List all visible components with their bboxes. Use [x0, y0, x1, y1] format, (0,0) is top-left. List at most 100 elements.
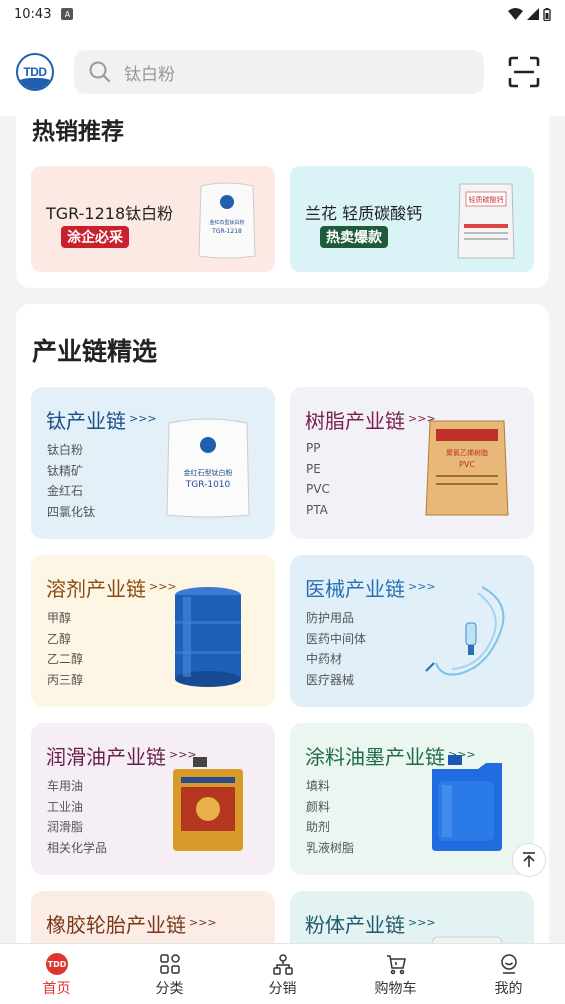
tile-item: 中药材	[306, 652, 343, 666]
tile-title: 钛产业链 >>>	[46, 405, 157, 434]
titanium-bag-image: 金红石型钛白粉 TGR-1218	[198, 182, 256, 259]
tile-title-text: 粉体产业链	[305, 913, 405, 937]
grid-icon	[158, 952, 182, 976]
tile-item: 乳液树脂	[306, 840, 355, 855]
tile-title: 医械产业链 >>>	[305, 573, 436, 602]
battery-icon	[543, 7, 551, 21]
tile-item: 四氯化钛	[47, 504, 96, 519]
pvc-brand-text: 聚氯乙烯树脂	[446, 448, 488, 457]
bag-model-text: TGR-1010	[185, 480, 231, 490]
tile-item: 乙二醇	[47, 652, 84, 666]
promo-name: TGR-1218钛白粉	[46, 204, 174, 223]
promo-card-calcium[interactable]: 兰花 轻质碳酸钙 热卖爆款 轻质碳酸钙	[290, 166, 534, 272]
tile-title: 橡胶轮胎产业链 >>>	[46, 909, 217, 938]
industry-chain-card: 产业链精选 钛产业链 >>> 钛白粉 钛精矿 金红石 四氯化钛 金红石型钛白粉 T…	[16, 304, 549, 1004]
status-bar: 10:43 A	[0, 0, 565, 28]
tile-item: 钛精矿	[47, 463, 84, 478]
tile-item: 车用油	[47, 779, 84, 793]
tab-label: 首页	[42, 981, 71, 997]
tile-item: 润滑脂	[47, 820, 84, 834]
more-arrows-icon: >>>	[189, 916, 217, 929]
chain-tile-medical[interactable]: 医械产业链 >>> 防护用品 医药中间体 中药材 医疗器械	[290, 555, 534, 707]
bottom-tab-bar: TDD 首页 分类 分销 购物车 我的	[0, 943, 565, 1004]
pvc-text: PVC	[459, 460, 475, 469]
back-to-top-button[interactable]	[512, 843, 546, 877]
wifi-icon	[508, 8, 523, 20]
chain-tile-lubricant[interactable]: 润滑油产业链 >>> 车用油 工业油 润滑脂 相关化学品	[31, 723, 275, 875]
promo-name: 兰花 轻质碳酸钙	[305, 204, 423, 223]
tile-item: 颜料	[306, 799, 331, 814]
tile-item: 防护用品	[306, 611, 355, 625]
tile-title: 溶剂产业链 >>>	[46, 573, 177, 602]
hot-section-title: 热销推荐	[32, 119, 124, 145]
tab-cart[interactable]: 购物车	[339, 944, 452, 1004]
tab-home[interactable]: TDD 首页	[0, 944, 113, 1004]
tile-item: 医疗器械	[306, 672, 355, 687]
tab-label: 我的	[494, 981, 523, 997]
tile-item: PTA	[306, 502, 328, 517]
tile-item: 丙三醇	[47, 672, 84, 687]
tile-title: 树脂产业链 >>>	[305, 405, 436, 434]
tile-item-list: 甲醇 乙醇 乙二醇 丙三醇	[47, 609, 83, 691]
tile-item-list: 填料 颜料 助剂 乳液树脂	[306, 777, 354, 859]
tile-item: PVC	[306, 482, 330, 496]
calcium-bag-image: 轻质碳酸钙	[457, 183, 515, 259]
tile-title-text: 橡胶轮胎产业链	[46, 913, 186, 937]
share-nodes-icon	[271, 952, 295, 976]
chain-tile-resin[interactable]: 树脂产业链 >>> PP PE PVC PTA 聚氯乙烯树脂 PVC	[290, 387, 534, 539]
chain-section-title: 产业链精选	[32, 337, 158, 366]
chain-tile-titanium[interactable]: 钛产业链 >>> 钛白粉 钛精矿 金红石 四氯化钛 金红石型钛白粉 TGR-101…	[31, 387, 275, 539]
arrow-up-icon	[523, 852, 535, 867]
caco3-bag-text: 轻质碳酸钙	[469, 195, 504, 204]
tile-item-list: 车用油 工业油 润滑脂 相关化学品	[47, 777, 107, 859]
promo-card-titanium[interactable]: TGR-1218钛白粉 涂企必采 金红石型钛白粉 TGR-1218	[31, 166, 275, 272]
tab-category[interactable]: 分类	[113, 944, 226, 1004]
app-logo[interactable]: TDD	[16, 53, 54, 91]
tile-title-text: 润滑油产业链	[46, 745, 166, 769]
chain-tile-coating[interactable]: 涂料油墨产业链 >>> 填料 颜料 助剂 乳液树脂	[290, 723, 534, 875]
tile-item-list: PP PE PVC PTA	[306, 441, 330, 523]
tile-item: 甲醇	[47, 611, 72, 625]
tile-item: 乙醇	[47, 631, 72, 646]
tile-title-text: 溶剂产业链	[46, 577, 146, 601]
tile-item-list: 钛白粉 钛精矿 金红石 四氯化钛	[47, 441, 95, 523]
promo-tag: 热卖爆款	[320, 226, 388, 248]
tile-title-text: 医械产业链	[305, 577, 405, 601]
tab-label: 分销	[268, 981, 297, 997]
tile-item-list: 防护用品 医药中间体 中药材 医疗器械	[306, 609, 366, 691]
cart-icon	[384, 952, 408, 976]
tile-item: PP	[306, 441, 321, 455]
more-arrows-icon: >>>	[408, 916, 436, 929]
scan-icon	[508, 56, 540, 88]
blue-drum-image	[175, 587, 241, 687]
pvc-bag-image: 聚氯乙烯树脂 PVC	[425, 420, 509, 516]
logo-text: TDD	[23, 65, 47, 79]
tile-item: 工业油	[47, 799, 84, 814]
top-header: TDD 钛白粉	[0, 28, 565, 116]
bag-brand-text: 金红石型钛白粉	[184, 468, 233, 477]
bag-brand-text: 金红石型钛白粉	[209, 219, 244, 226]
scan-button[interactable]	[508, 56, 540, 88]
search-bar[interactable]: 钛白粉	[74, 50, 484, 94]
tab-distribution[interactable]: 分销	[226, 944, 339, 1004]
logo-wave-icon	[18, 78, 52, 89]
tile-title-text: 树脂产业链	[305, 409, 405, 433]
search-input[interactable]: 钛白粉	[124, 60, 175, 85]
chain-tile-solvent[interactable]: 溶剂产业链 >>> 甲醇 乙醇 乙二醇 丙三醇	[31, 555, 275, 707]
titanium-product-image: 金红石型钛白粉 TGR-1010	[166, 418, 250, 518]
bag-model-text: TGR-1218	[211, 228, 242, 235]
user-icon	[497, 952, 521, 976]
status-icons	[508, 7, 551, 21]
more-arrows-icon: >>>	[129, 412, 157, 425]
tile-item: PE	[306, 461, 321, 476]
tile-item: 医药中间体	[306, 631, 367, 646]
tile-item: 钛白粉	[47, 443, 84, 457]
search-icon	[89, 61, 111, 83]
notification-icon: A	[61, 8, 74, 20]
home-logo-icon: TDD	[45, 952, 69, 976]
tab-mine[interactable]: 我的	[452, 944, 565, 1004]
promo-tag: 涂企必采	[61, 226, 129, 248]
infusion-set-image	[425, 586, 505, 676]
signal-icon	[527, 8, 539, 20]
status-time: 10:43	[14, 6, 52, 22]
